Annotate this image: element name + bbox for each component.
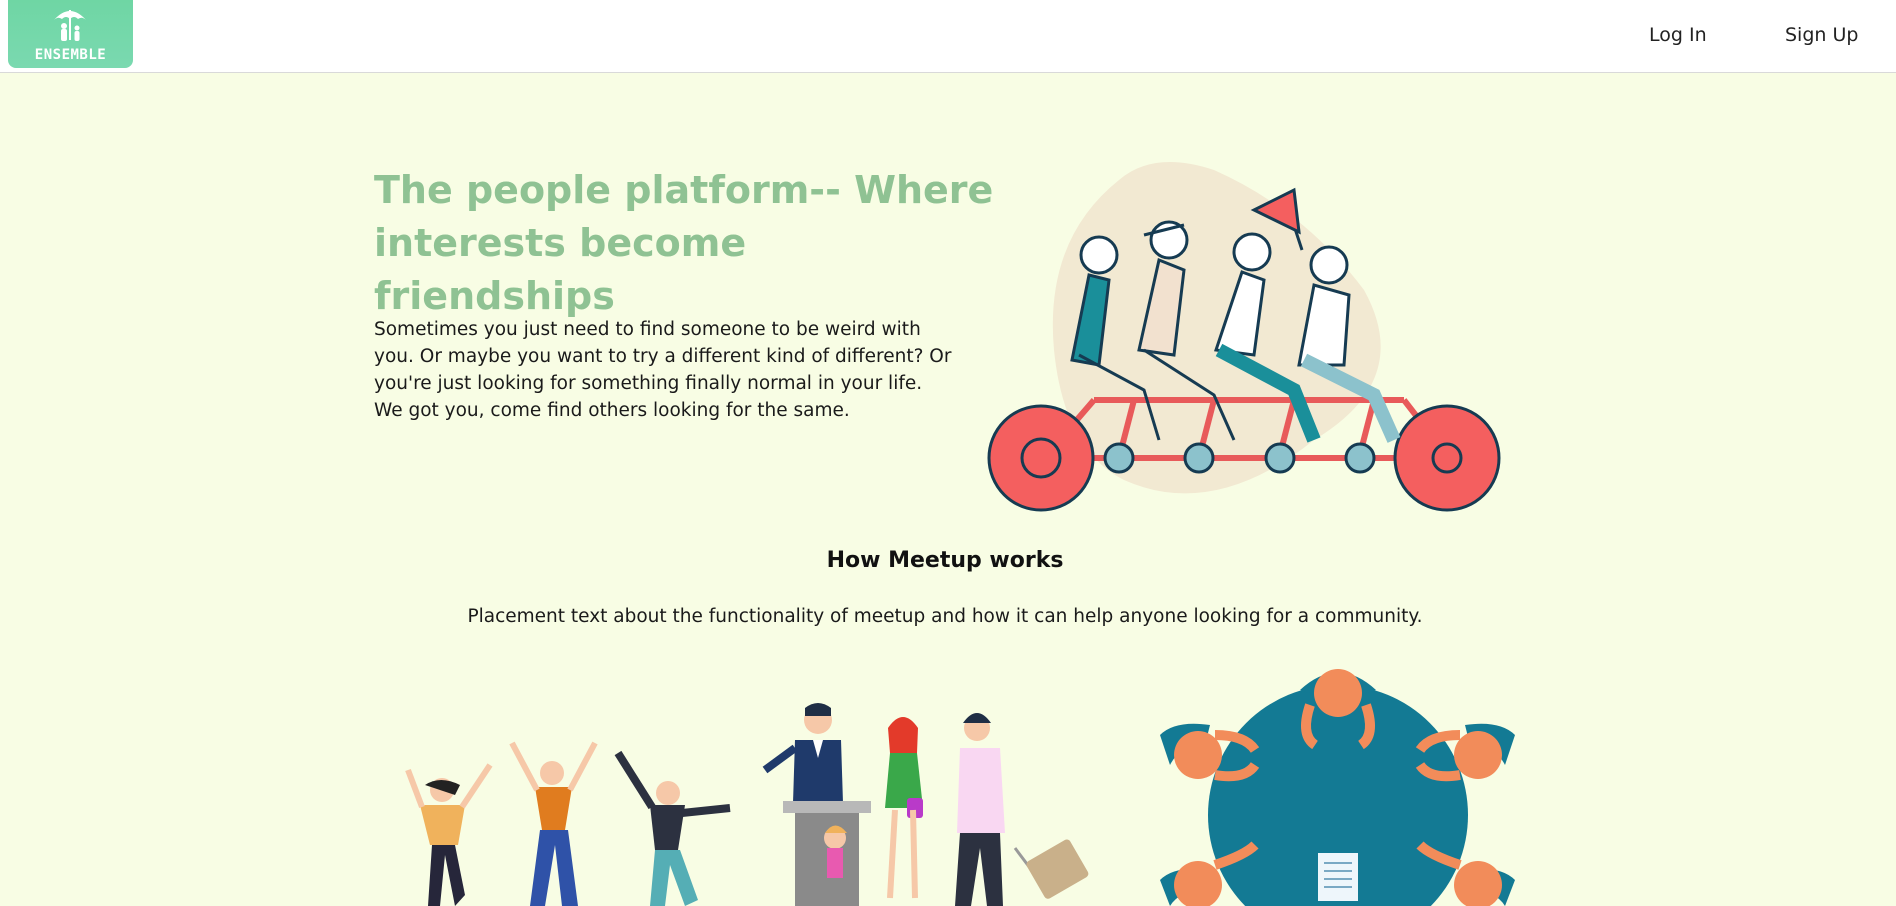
how-it-works-description: Placement text about the functionality o… xyxy=(467,606,1423,627)
speaker-crowd-illustration xyxy=(762,703,1089,906)
umbrella-family-logo-icon xyxy=(54,10,86,41)
dancing-people-illustration xyxy=(405,741,731,906)
top-nav-bar: ENSEMBLE Log In Sign Up xyxy=(0,0,1896,73)
login-link[interactable]: Log In xyxy=(1649,24,1707,46)
ensemble-logo[interactable]: ENSEMBLE xyxy=(8,0,133,68)
hero-title: The people platform-- Where interests be… xyxy=(374,168,994,318)
how-it-works-title: How Meetup works xyxy=(826,548,1064,573)
hero-description: Sometimes you just need to find someone … xyxy=(374,319,952,421)
tandem-bike-illustration xyxy=(987,162,1501,512)
logo-text: ENSEMBLE xyxy=(34,47,107,63)
signup-link[interactable]: Sign Up xyxy=(1785,24,1858,46)
round-table-meeting-illustration xyxy=(1160,669,1515,906)
